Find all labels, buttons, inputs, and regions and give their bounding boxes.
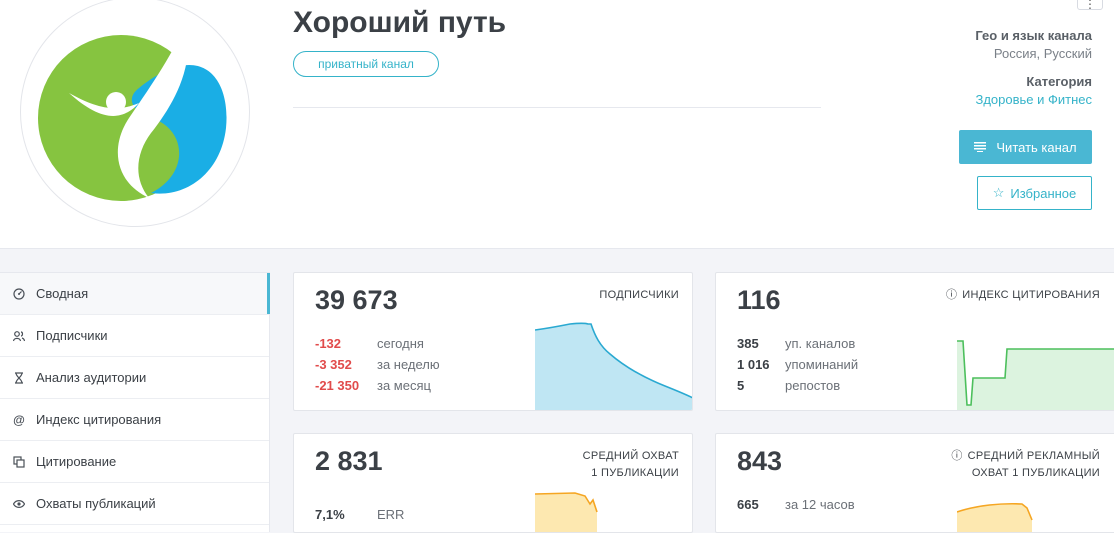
stat-number: 7,1% bbox=[315, 507, 345, 522]
stat-label: ERR bbox=[377, 507, 405, 522]
ad-reach-caption: ⓘ СРЕДНИЙ РЕКЛАМНЫЙ ОХВАТ 1 ПУБЛИКАЦИИ bbox=[951, 450, 1100, 479]
stat-row: -132 сегодня bbox=[315, 333, 440, 354]
stat-label: репостов bbox=[785, 378, 841, 393]
help-icon: ⓘ bbox=[951, 450, 963, 462]
favorite-label: Избранное bbox=[1010, 185, 1077, 201]
sidebar-item-label: Охваты публикаций bbox=[36, 496, 156, 511]
stat-label: сегодня bbox=[377, 336, 424, 351]
help-icon: ⓘ bbox=[945, 289, 958, 301]
sidebar-item-label: Анализ аудитории bbox=[36, 370, 147, 385]
read-channel-label: Читать канал bbox=[996, 139, 1077, 155]
channel-header: Хороший путь приватный канал ⋮ Гео и язы… bbox=[0, 0, 1114, 249]
geo-label: Гео и язык канала bbox=[975, 28, 1092, 43]
ad-reach-sparkline bbox=[957, 502, 1033, 532]
channel-title: Хороший путь bbox=[293, 6, 507, 39]
favorite-button[interactable]: ☆ Избранное bbox=[977, 176, 1092, 210]
sidebar-nav: Сводная Подписчики Анализ аудитории @ Ин… bbox=[0, 272, 270, 532]
reach-stats: 7,1% ERR bbox=[315, 504, 404, 525]
stat-row: 7,1% ERR bbox=[315, 504, 404, 525]
quote-icon bbox=[12, 455, 26, 469]
sidebar-item-label: Индекс цитирования bbox=[36, 412, 162, 427]
sidebar-item-citations[interactable]: Цитирование bbox=[0, 441, 269, 483]
ad-reach-value: 843 bbox=[737, 446, 783, 476]
users-icon bbox=[12, 329, 26, 343]
geo-value: Россия, Русский bbox=[993, 46, 1092, 61]
dashboard-icon bbox=[12, 287, 26, 301]
geo-block: Гео и язык канала Россия, Русский bbox=[975, 28, 1092, 61]
stat-number: -3 352 bbox=[315, 357, 352, 372]
stat-row: 5 репостов bbox=[737, 375, 858, 396]
stat-number: -132 bbox=[315, 336, 342, 351]
stat-row: 385 уп. каналов bbox=[737, 333, 858, 354]
sidebar-item-label: Сводная bbox=[36, 286, 89, 301]
ad-reach-card[interactable]: 843 ⓘ СРЕДНИЙ РЕКЛАМНЫЙ ОХВАТ 1 ПУБЛИКАЦИ… bbox=[715, 433, 1114, 533]
citation-index-value: 116 bbox=[737, 285, 781, 315]
stat-number: 1 016 bbox=[737, 357, 770, 372]
star-icon: ☆ bbox=[992, 185, 1005, 200]
subscribers-card[interactable]: 39 673 ПОДПИСЧИКИ -132 сегодня -3 352 за н… bbox=[293, 272, 693, 411]
category-link[interactable]: Здоровье и Фитнес bbox=[975, 92, 1092, 107]
stat-number: 5 bbox=[737, 378, 745, 393]
header-divider bbox=[293, 107, 821, 108]
sidebar-item-label: Цитирование bbox=[36, 454, 117, 469]
sidebar-item-audience[interactable]: Анализ аудитории bbox=[0, 357, 269, 399]
citation-index-caption: ⓘ ИНДЕКС ЦИТИРОВАНИЯ bbox=[946, 287, 1100, 304]
reach-value: 2 831 bbox=[315, 446, 383, 476]
sidebar-item-label: Подписчики bbox=[36, 328, 108, 343]
category-block: Категория Здоровье и Фитнес bbox=[975, 74, 1092, 107]
sidebar-item-citation-index[interactable]: @ Индекс цитирования bbox=[0, 399, 269, 441]
more-menu-button[interactable]: ⋮ bbox=[1077, 0, 1103, 11]
channel-logo bbox=[38, 23, 227, 201]
category-label: Категория bbox=[1026, 74, 1092, 89]
sidebar-item-reach[interactable]: Охваты публикаций bbox=[0, 483, 269, 525]
subscribers-caption: ПОДПИСЧИКИ bbox=[599, 289, 679, 301]
sidebar-item-subscribers[interactable]: Подписчики bbox=[0, 315, 269, 357]
stat-number: 665 bbox=[737, 497, 759, 512]
more-dots-icon: ⋮ bbox=[1084, 0, 1096, 11]
at-icon: @ bbox=[13, 412, 25, 427]
hourglass-icon bbox=[12, 371, 26, 385]
subscribers-sparkline bbox=[535, 322, 692, 410]
sidebar-item-summary[interactable]: Сводная bbox=[0, 273, 270, 315]
stat-row: -3 352 за неделю bbox=[315, 354, 440, 375]
channel-avatar bbox=[20, 0, 250, 227]
read-channel-button[interactable]: Читать канал bbox=[959, 130, 1092, 164]
stat-label: уп. каналов bbox=[785, 336, 856, 351]
subscribers-count: 39 673 bbox=[315, 285, 398, 315]
stat-label: за неделю bbox=[377, 357, 440, 372]
reach-card[interactable]: 2 831 СРЕДНИЙ ОХВАТ 1 ПУБЛИКАЦИИ 7,1% ERR bbox=[293, 433, 693, 533]
stat-label: за 12 часов bbox=[785, 497, 855, 512]
stat-label: упоминаний bbox=[785, 357, 859, 372]
stat-number: -21 350 bbox=[315, 378, 360, 393]
lines-icon bbox=[974, 142, 987, 152]
citation-stats: 385 уп. каналов 1 016 упоминаний 5 репостов bbox=[737, 333, 858, 396]
stat-label: за месяц bbox=[377, 378, 431, 393]
stat-row: -21 350 за месяц bbox=[315, 375, 440, 396]
stat-number: 385 bbox=[737, 336, 759, 351]
private-channel-badge: приватный канал bbox=[293, 51, 439, 77]
subscribers-stats: -132 сегодня -3 352 за неделю -21 350 за ме… bbox=[315, 333, 440, 396]
eye-icon bbox=[12, 497, 26, 511]
stat-row: 1 016 упоминаний bbox=[737, 354, 858, 375]
reach-caption: СРЕДНИЙ ОХВАТ 1 ПУБЛИКАЦИИ bbox=[582, 450, 679, 479]
citation-sparkline bbox=[957, 340, 1114, 410]
citation-index-card[interactable]: 116 ⓘ ИНДЕКС ЦИТИРОВАНИЯ 385 уп. каналов … bbox=[715, 272, 1114, 411]
